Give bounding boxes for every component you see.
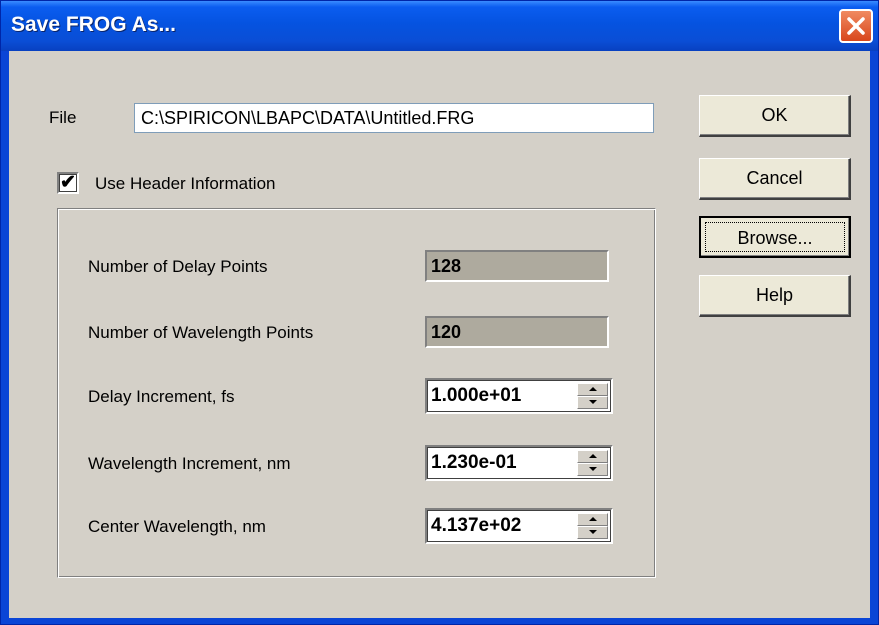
delay-increment-input[interactable]: 1.000e+01 (431, 384, 521, 408)
spin-up-arrow-icon (589, 517, 597, 521)
file-label: File (49, 108, 77, 127)
delay-points-value: 128 (431, 256, 462, 276)
delay-points-field: 128 (425, 250, 609, 282)
wavelength-points-label: Number of Wavelength Points (88, 323, 314, 342)
wavelength-increment-label: Wavelength Increment, nm (88, 454, 291, 473)
spin-up-arrow-icon (589, 454, 597, 458)
browse-button[interactable]: Browse... (699, 216, 851, 258)
wavelength-increment-down-button[interactable] (577, 463, 608, 476)
delay-increment-up-button[interactable] (577, 383, 608, 396)
window-title: Save FROG As... (11, 13, 176, 36)
close-button[interactable] (839, 9, 873, 43)
center-wavelength-spinner (577, 513, 608, 539)
title-bar[interactable]: Save FROG As... (1, 1, 878, 51)
cancel-button[interactable]: Cancel (699, 158, 851, 200)
center-wavelength-input[interactable]: 4.137e+02 (431, 514, 521, 538)
delay-increment-stepper[interactable]: 1.000e+01 (425, 378, 613, 414)
close-icon (847, 17, 865, 35)
center-wavelength-down-button[interactable] (577, 526, 608, 539)
wavelength-increment-input[interactable]: 1.230e-01 (431, 451, 517, 475)
wavelength-increment-spinner (577, 450, 608, 476)
spin-up-arrow-icon (589, 387, 597, 391)
center-wavelength-label: Center Wavelength, nm (88, 517, 266, 536)
wavelength-increment-stepper[interactable]: 1.230e-01 (425, 445, 613, 481)
save-frog-dialog: Save FROG As... File C:\SPIRICON\LBAPC\D… (0, 0, 879, 625)
spin-down-arrow-icon (589, 530, 597, 534)
browse-button-label: Browse... (705, 222, 845, 252)
wavelength-points-field: 120 (425, 316, 609, 348)
dialog-body: File C:\SPIRICON\LBAPC\DATA\Untitled.FRG… (9, 51, 870, 618)
use-header-label[interactable]: Use Header Information (95, 174, 275, 194)
use-header-checkbox[interactable]: ✔ (57, 172, 79, 194)
wavelength-points-value: 120 (431, 322, 462, 342)
wavelength-increment-up-button[interactable] (577, 450, 608, 463)
help-button[interactable]: Help (699, 275, 851, 317)
file-path-input[interactable]: C:\SPIRICON\LBAPC\DATA\Untitled.FRG (134, 103, 654, 133)
delay-increment-label: Delay Increment, fs (88, 387, 235, 406)
center-wavelength-stepper[interactable]: 4.137e+02 (425, 508, 613, 544)
center-wavelength-up-button[interactable] (577, 513, 608, 526)
delay-increment-down-button[interactable] (577, 396, 608, 409)
delay-points-label: Number of Delay Points (88, 257, 268, 276)
spin-down-arrow-icon (589, 467, 597, 471)
delay-increment-spinner (577, 383, 608, 409)
ok-button[interactable]: OK (699, 95, 851, 137)
checkmark-icon: ✔ (60, 172, 76, 193)
spin-down-arrow-icon (589, 400, 597, 404)
